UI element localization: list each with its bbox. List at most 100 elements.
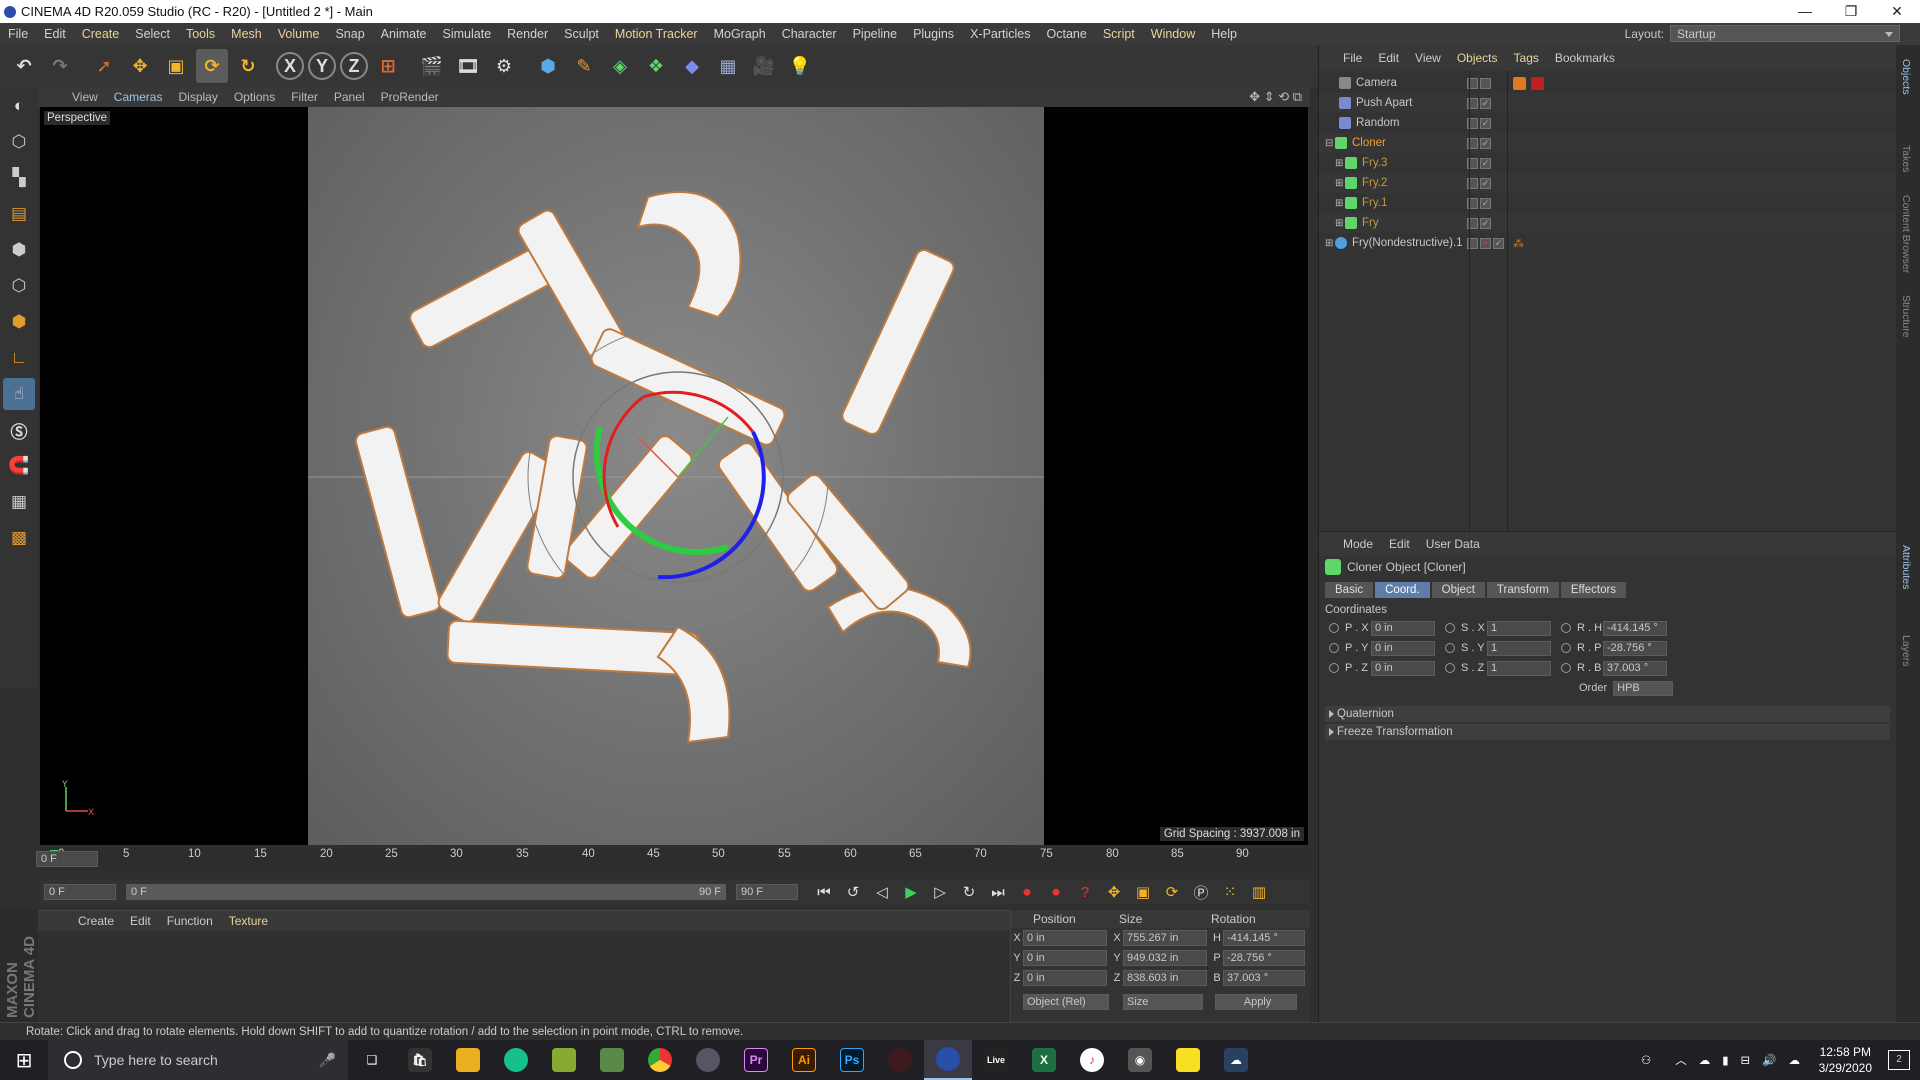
menu-mesh[interactable]: Mesh: [223, 27, 270, 41]
edit-render-settings-icon[interactable]: ⚙: [488, 49, 520, 83]
menu-simulate[interactable]: Simulate: [435, 27, 500, 41]
viewport-scene[interactable]: [308, 107, 1044, 845]
animation-key-icon[interactable]: [1445, 623, 1455, 633]
animation-key-icon[interactable]: [1445, 643, 1455, 653]
apply-button[interactable]: Apply: [1215, 994, 1297, 1010]
microphone-icon[interactable]: 🎤: [319, 1052, 336, 1069]
rotation-h-input[interactable]: -414.145 °: [1603, 620, 1667, 636]
menu-mograph[interactable]: MoGraph: [706, 27, 774, 41]
close-icon[interactable]: ✕: [1874, 0, 1920, 23]
viewport-menu-display[interactable]: Display: [170, 90, 225, 104]
render-picture-viewer-icon[interactable]: 🎞: [452, 49, 484, 83]
rotation-p-field[interactable]: -28.756 °: [1223, 950, 1305, 966]
tab-basic[interactable]: Basic: [1325, 582, 1374, 598]
enabled-check-icon[interactable]: ✓: [1480, 217, 1491, 229]
enabled-check-icon[interactable]: ✓: [1493, 237, 1504, 249]
menu-animate[interactable]: Animate: [373, 27, 435, 41]
animation-key-icon[interactable]: [1561, 663, 1571, 673]
render-visibility-icon[interactable]: [1480, 77, 1491, 89]
people-icon[interactable]: ⚇: [1641, 1053, 1651, 1067]
layout-dropdown[interactable]: Startup: [1670, 25, 1900, 42]
side-tab-content-browser[interactable]: Content Browser: [1900, 195, 1912, 273]
axis-mode-icon[interactable]: ∟: [3, 342, 35, 374]
menu-select[interactable]: Select: [127, 27, 178, 41]
viewport-navigation-icon[interactable]: ✥ ⇕ ⟲ ⧉: [1249, 89, 1302, 105]
expand-icon[interactable]: ⊞: [1325, 238, 1335, 249]
current-frame-field[interactable]: 0 F: [36, 851, 98, 867]
object-menu-edit[interactable]: Edit: [1370, 51, 1407, 65]
expand-collapse-icon[interactable]: ⊟: [1325, 138, 1335, 149]
side-tab-objects[interactable]: Objects: [1900, 59, 1912, 95]
record-keys-icon[interactable]: ⏺: [1015, 881, 1039, 903]
previous-key-icon[interactable]: ↺: [841, 881, 865, 903]
viewport-menu-prorender[interactable]: ProRender: [373, 90, 447, 104]
autokey-icon[interactable]: ⏺: [1044, 881, 1068, 903]
move-icon[interactable]: ✥: [124, 49, 156, 83]
animation-key-icon[interactable]: [1329, 663, 1339, 673]
menu-window[interactable]: Window: [1143, 27, 1203, 41]
object-menu-objects[interactable]: Objects: [1449, 51, 1506, 65]
taskbar-clock[interactable]: 12:58 PM 3/29/2020: [1819, 1044, 1872, 1076]
object-row-camera[interactable]: Camera: [1319, 73, 1896, 93]
show-hidden-icons-icon[interactable]: ︿: [1675, 1052, 1687, 1068]
live-selection-icon[interactable]: ➚: [88, 49, 120, 83]
position-x-field[interactable]: 0 in: [1023, 930, 1107, 946]
record-scale-icon[interactable]: ▣: [1131, 881, 1155, 903]
position-y-field[interactable]: 0 in: [1023, 950, 1107, 966]
size-z-field[interactable]: 838.603 in: [1123, 970, 1207, 986]
taskbar-illustrator[interactable]: Ai: [780, 1040, 828, 1080]
timeline-scale[interactable]: 0 5 10 15 20 25 30 35 40 45 50 55 60 65 …: [50, 848, 1249, 870]
subdivision-icon[interactable]: ◈: [604, 49, 636, 83]
go-to-end-icon[interactable]: ⏭: [986, 881, 1010, 903]
rotation-b-input[interactable]: 37.003 °: [1603, 660, 1667, 676]
solo-mode-icon[interactable]: Ⓢ: [3, 414, 35, 446]
rotation-p-input[interactable]: -28.756 °: [1603, 640, 1667, 656]
recent-tool-icon[interactable]: ↻: [232, 49, 264, 83]
attribute-menu-edit[interactable]: Edit: [1381, 537, 1418, 551]
timeline-ruler[interactable]: 0 5 10 15 20 25 30 35 40 45 50 55 60 65 …: [36, 848, 1310, 870]
freeze-transformation-section[interactable]: Freeze Transformation: [1325, 724, 1890, 740]
enabled-check-icon[interactable]: ✓: [1480, 177, 1491, 189]
tweak-mode-icon[interactable]: ☝: [3, 378, 35, 410]
minimize-icon[interactable]: —: [1782, 0, 1828, 23]
enabled-check-icon[interactable]: ✓: [1480, 137, 1491, 149]
taskbar-app-colors[interactable]: [540, 1040, 588, 1080]
taskbar-camera[interactable]: ◉: [1116, 1040, 1164, 1080]
object-row-fry[interactable]: ⊞ Fry ✓: [1319, 213, 1896, 233]
side-tab-layers[interactable]: Layers: [1900, 635, 1912, 667]
menu-x-particles[interactable]: X-Particles: [962, 27, 1038, 41]
camera-icon[interactable]: 🎥: [748, 49, 780, 83]
end-frame-field[interactable]: 90 F: [736, 884, 798, 900]
polygons-mode-icon[interactable]: ⬢: [3, 306, 35, 338]
undo-icon[interactable]: ↶: [8, 49, 40, 83]
animation-key-icon[interactable]: [1329, 623, 1339, 633]
object-row-cloner[interactable]: ⊟ Cloner ✓: [1319, 133, 1896, 153]
network-icon[interactable]: ⊟: [1741, 1053, 1751, 1067]
next-key-icon[interactable]: ↻: [957, 881, 981, 903]
viewport-menu-cameras[interactable]: Cameras: [106, 90, 171, 104]
side-tab-attributes[interactable]: Attributes: [1900, 545, 1912, 589]
scale-x-input[interactable]: 1: [1487, 620, 1551, 636]
preview-range-slider[interactable]: 0 F 90 F: [126, 884, 726, 900]
viewport-menu-options[interactable]: Options: [226, 90, 283, 104]
menu-create[interactable]: Create: [74, 27, 128, 41]
object-menu-view[interactable]: View: [1407, 51, 1449, 65]
animation-key-icon[interactable]: [1445, 663, 1455, 673]
position-x-input[interactable]: 0 in: [1371, 620, 1435, 636]
expand-icon[interactable]: ⊞: [1335, 178, 1345, 189]
material-menu-create[interactable]: Create: [70, 914, 122, 928]
protection-tag-icon[interactable]: [1513, 76, 1526, 90]
viewport-menu-filter[interactable]: Filter: [283, 90, 326, 104]
perspective-viewport[interactable]: Perspective Grid Spacing : 3937.008 in Y…: [40, 107, 1308, 845]
menu-snap[interactable]: Snap: [327, 27, 372, 41]
position-z-field[interactable]: 0 in: [1023, 970, 1107, 986]
scale-y-input[interactable]: 1: [1487, 640, 1551, 656]
menu-plugins[interactable]: Plugins: [905, 27, 962, 41]
workplane-mode-icon[interactable]: ▤: [3, 198, 35, 230]
render-visibility-icon[interactable]: •: [1480, 237, 1491, 249]
taskbar-itunes[interactable]: ♪: [1068, 1040, 1116, 1080]
enabled-check-icon[interactable]: ✓: [1480, 197, 1491, 209]
object-tag-icon[interactable]: ⁂: [1513, 237, 1526, 250]
x-axis-icon[interactable]: X: [276, 52, 304, 80]
menu-character[interactable]: Character: [774, 27, 845, 41]
